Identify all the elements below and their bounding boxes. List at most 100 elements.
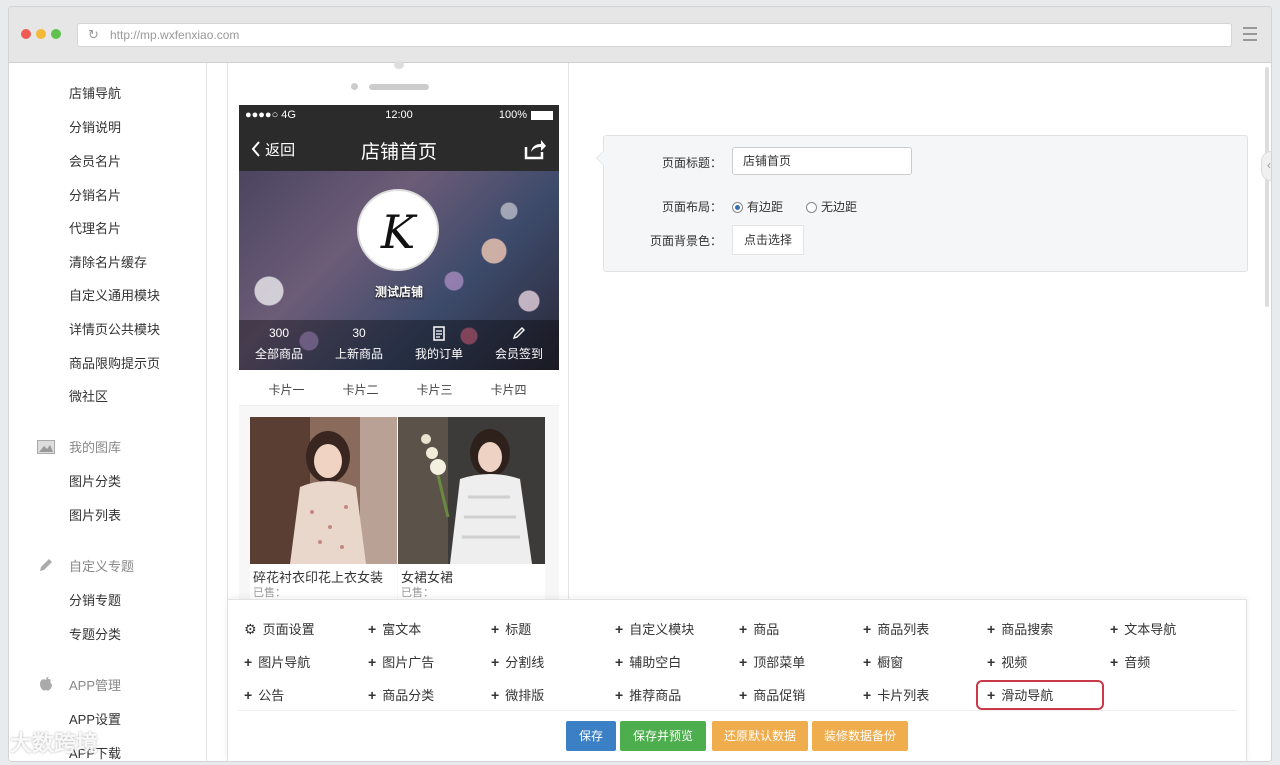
comp-label: 文本导航 — [1124, 622, 1177, 637]
vertical-scrollbar[interactable] — [1265, 67, 1269, 307]
save-button[interactable]: 保存 — [566, 721, 616, 751]
stat-my-orders[interactable]: 我的订单 — [399, 326, 479, 362]
sidebar-group-app: APP管理 — [37, 675, 121, 694]
battery-percent: 100% — [498, 109, 527, 121]
phone-sensor — [351, 83, 358, 90]
sidebar-item-custom-module[interactable]: 自定义通用模块 — [69, 285, 160, 304]
plus-icon: + — [987, 621, 996, 637]
comp-blank-space[interactable]: + 辅助空白 — [609, 647, 727, 677]
sidebar-item-shop-nav[interactable]: 店铺导航 — [69, 83, 121, 102]
comp-custom-module[interactable]: + 自定义模块 — [609, 614, 727, 644]
comp-label: 商品列表 — [877, 622, 930, 637]
share-icon[interactable] — [523, 137, 547, 161]
goods-card[interactable]: 女裙女裙 已售： — [398, 417, 545, 602]
comp-goods-promo[interactable]: + 商品促销 — [733, 680, 851, 710]
comp-notice[interactable]: + 公告 — [238, 680, 356, 710]
plus-icon: + — [244, 654, 253, 670]
comp-recommended-goods[interactable]: + 推荐商品 — [609, 680, 727, 710]
panel-arrow — [596, 150, 604, 166]
sidebar-item-image-category[interactable]: 图片分类 — [69, 471, 121, 490]
restore-default-button[interactable]: 还原默认数据 — [712, 721, 808, 751]
goods-image — [250, 417, 397, 564]
tab-card-4[interactable]: 卡片四 — [471, 381, 546, 398]
goods-card[interactable]: 碎花衬衣印花上衣女装 已售： — [250, 417, 397, 602]
save-preview-button[interactable]: 保存并预览 — [620, 721, 706, 751]
comp-rich-text[interactable]: + 富文本 — [362, 614, 480, 644]
sidebar-group-gallery: 我的图库 — [37, 437, 121, 456]
comp-image-nav[interactable]: + 图片导航 — [238, 647, 356, 677]
shop-stats-bar: 300 全部商品 30 上新商品 我的订单 会员签到 — [239, 320, 559, 370]
title-label: 页面标题： — [661, 156, 722, 170]
page-title-input[interactable]: 店铺首页 — [732, 147, 912, 175]
sidebar-item-detail-module[interactable]: 详情页公共模块 — [69, 319, 160, 338]
comp-label: 微排版 — [505, 688, 545, 703]
close-dot[interactable] — [21, 29, 31, 39]
comp-goods[interactable]: + 商品 — [733, 614, 851, 644]
pencil-icon — [37, 557, 55, 571]
comp-top-menu[interactable]: + 顶部菜单 — [733, 647, 851, 677]
comp-image-ad[interactable]: + 图片广告 — [362, 647, 480, 677]
sidebar-item-community[interactable]: 微社区 — [69, 386, 108, 405]
comp-page-settings[interactable]: ⚙ 页面设置 — [238, 614, 356, 644]
sidebar-item-image-list[interactable]: 图片列表 — [69, 505, 121, 524]
stat-all-goods[interactable]: 300 全部商品 — [239, 326, 319, 362]
layout-radio-margin[interactable]: 有边距 — [732, 198, 783, 215]
goods-sold: 已售： — [401, 587, 434, 599]
comp-slide-nav[interactable]: + 滑动导航 — [976, 680, 1104, 710]
plus-icon: + — [739, 687, 748, 703]
stat-new-goods[interactable]: 30 上新商品 — [319, 326, 399, 362]
layout-radio-nomargin[interactable]: 无边距 — [806, 198, 857, 215]
comp-goods-category[interactable]: + 商品分类 — [362, 680, 480, 710]
sidebar-item-topic-category[interactable]: 专题分类 — [69, 624, 121, 643]
comp-audio[interactable]: + 音频 — [1104, 647, 1222, 677]
address-url: http://mp.wxfenxiao.com — [110, 28, 240, 42]
collapse-handle[interactable]: ‹ — [1261, 151, 1271, 181]
comp-card-list[interactable]: + 卡片列表 — [857, 680, 975, 710]
phone-camera — [394, 61, 404, 69]
pick-color-button[interactable]: 点击选择 — [732, 225, 804, 255]
maximize-dot[interactable] — [51, 29, 61, 39]
comp-label: 滑动导航 — [1001, 688, 1054, 703]
refresh-icon[interactable]: ↻ — [88, 27, 99, 43]
comp-goods-list[interactable]: + 商品列表 — [857, 614, 975, 644]
stat-label: 会员签到 — [494, 347, 543, 361]
bg-color-label: 页面背景色： — [649, 234, 722, 248]
stat-label: 上新商品 — [334, 347, 383, 361]
tab-card-3[interactable]: 卡片三 — [397, 381, 472, 398]
tab-card-1[interactable]: 卡片一 — [249, 381, 324, 398]
plus-icon: + — [491, 621, 500, 637]
phone-speaker — [369, 84, 429, 90]
plus-icon: + — [1110, 654, 1119, 670]
address-bar[interactable]: ↻ http://mp.wxfenxiao.com — [77, 23, 1232, 47]
comp-micro-layout[interactable]: + 微排版 — [485, 680, 603, 710]
plus-icon: + — [987, 687, 996, 703]
plus-icon: + — [863, 654, 872, 670]
stat-label: 全部商品 — [254, 347, 303, 361]
sidebar-item-distribution-topic[interactable]: 分销专题 — [69, 590, 121, 609]
comp-label: 商品 — [753, 622, 780, 637]
sidebar-item-clear-card-cache[interactable]: 清除名片缓存 — [69, 252, 147, 271]
shop-name: 测试店铺 — [374, 285, 423, 299]
plus-icon: + — [368, 621, 377, 637]
sidebar-item-distributor-card[interactable]: 分销名片 — [69, 185, 121, 204]
hamburger-menu-icon[interactable] — [1243, 27, 1257, 41]
comp-showcase[interactable]: + 橱窗 — [857, 647, 975, 677]
comp-title[interactable]: + 标题 — [485, 614, 603, 644]
tab-card-2[interactable]: 卡片二 — [323, 381, 398, 398]
comp-video[interactable]: + 视频 — [981, 647, 1099, 677]
comp-goods-search[interactable]: + 商品搜索 — [981, 614, 1099, 644]
minimize-dot[interactable] — [36, 29, 46, 39]
sidebar-item-purchase-limit[interactable]: 商品限购提示页 — [69, 353, 160, 372]
stat-member-signin[interactable]: 会员签到 — [479, 326, 559, 362]
sidebar-item-distribution-desc[interactable]: 分销说明 — [69, 117, 121, 136]
radio-label: 有边距 — [747, 200, 784, 214]
sidebar-item-member-card[interactable]: 会员名片 — [69, 151, 121, 170]
plus-icon: + — [491, 687, 500, 703]
comp-text-nav[interactable]: + 文本导航 — [1104, 614, 1222, 644]
comp-divider[interactable]: + 分割线 — [485, 647, 603, 677]
phone-preview-column: ●●●●○ 4G 12:00 100% 返回 店铺首页 K 测试店铺 300 全… — [227, 61, 569, 605]
comp-label: 顶部菜单 — [753, 655, 806, 670]
layout-label: 页面布局： — [661, 200, 722, 214]
sidebar-item-agent-card[interactable]: 代理名片 — [69, 218, 121, 237]
backup-data-button[interactable]: 装修数据备份 — [812, 721, 908, 751]
